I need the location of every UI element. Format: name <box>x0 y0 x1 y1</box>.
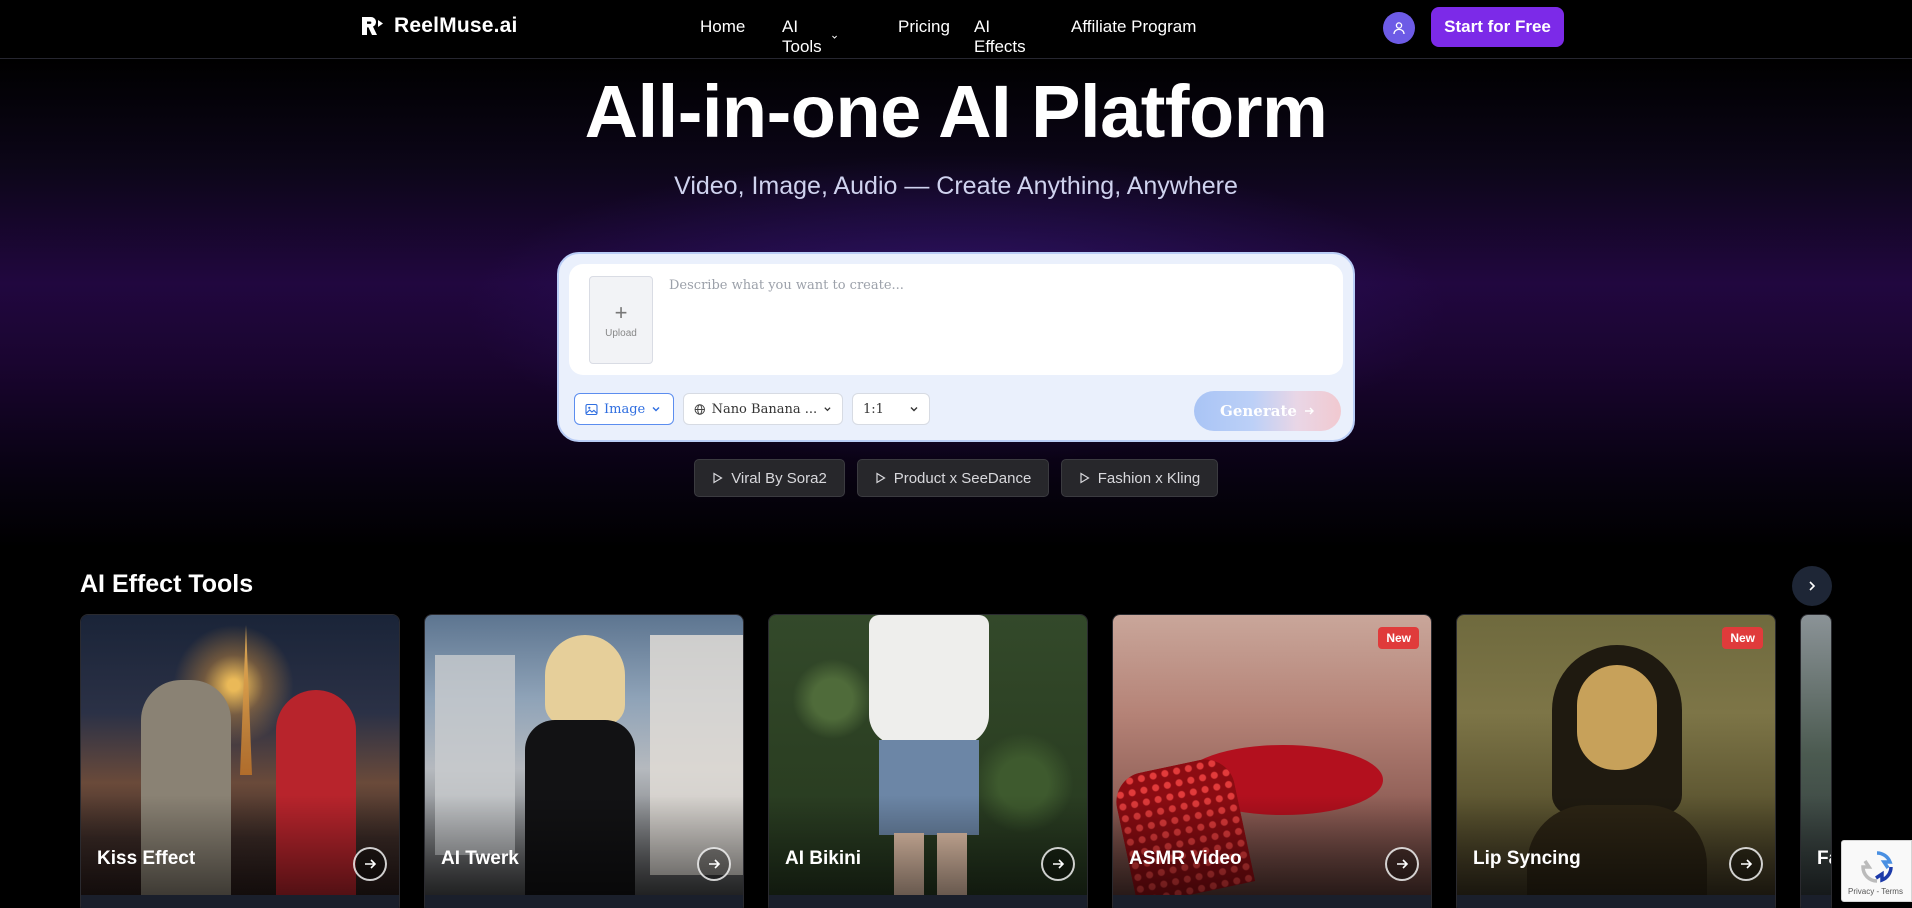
effect-card-lip-syncing[interactable]: New Lip Syncing <box>1456 614 1776 908</box>
effect-card-ai-bikini[interactable]: AI Bikini <box>768 614 1088 908</box>
upload-button[interactable]: + Upload <box>589 276 653 364</box>
globe-icon <box>694 403 705 415</box>
card-footer <box>1113 895 1431 908</box>
carousel-next-button[interactable] <box>1792 566 1832 606</box>
logo-text: ReelMuse.ai <box>394 14 518 37</box>
card-open-button[interactable] <box>353 847 387 881</box>
arrow-right-icon <box>365 859 377 869</box>
chip-label: Fashion x Kling <box>1097 469 1201 487</box>
arrow-right-icon <box>1304 407 1314 415</box>
card-shade <box>769 795 1087 895</box>
card-shade <box>1801 795 1831 895</box>
chevron-down-icon <box>652 407 660 412</box>
chevron-down-icon <box>910 407 918 412</box>
generate-button[interactable]: Generate <box>1194 391 1341 431</box>
card-title: ASMR Video <box>1129 848 1242 869</box>
card-title: Kiss Effect <box>97 848 196 869</box>
chevron-down-icon <box>831 35 837 39</box>
image-icon <box>585 403 598 415</box>
output-type-select[interactable]: Image <box>574 393 674 425</box>
card-shade <box>81 795 399 895</box>
card-open-button[interactable] <box>1385 847 1419 881</box>
card-title: AI Bikini <box>785 848 862 869</box>
card-footer <box>769 895 1087 908</box>
recaptcha-badge[interactable]: Privacy - Terms <box>1841 840 1912 902</box>
card-open-button[interactable] <box>1729 847 1763 881</box>
model-value: Nano Banana ... <box>711 401 818 417</box>
prompt-input[interactable] <box>669 278 1329 362</box>
upload-label: Upload <box>605 327 637 339</box>
play-icon <box>713 472 723 484</box>
card-title: Lip Syncing <box>1473 848 1581 869</box>
nav-ai-tools-label: AI Tools <box>782 17 822 56</box>
chip-product-x-seedance[interactable]: Product x SeeDance <box>857 459 1049 497</box>
card-image-detail <box>869 615 989 745</box>
card-shade <box>1113 795 1431 895</box>
start-for-free-button[interactable]: Start for Free <box>1431 7 1564 47</box>
new-badge: New <box>1378 627 1419 649</box>
model-select[interactable]: Nano Banana ... <box>683 393 843 425</box>
nav-ai-effects[interactable]: AI Effects <box>974 17 1026 57</box>
plus-icon: + <box>614 299 628 325</box>
chip-label: Product x SeeDance <box>893 469 1032 487</box>
effect-card-ai-twerk[interactable]: AI Twerk <box>424 614 744 908</box>
arrow-right-icon <box>1397 859 1409 869</box>
hero-title: All-in-one AI Platform <box>584 70 1328 153</box>
chip-fashion-x-kling[interactable]: Fashion x Kling <box>1061 459 1218 497</box>
chevron-down-icon <box>824 407 831 412</box>
card-open-button[interactable] <box>1041 847 1075 881</box>
nav-home[interactable]: Home <box>700 17 745 37</box>
user-avatar-button[interactable] <box>1383 12 1415 44</box>
card-footer <box>425 895 743 908</box>
card-footer <box>1457 895 1775 908</box>
section-title: AI Effect Tools <box>80 570 254 598</box>
card-title: AI Twerk <box>441 848 519 869</box>
card-footer <box>1801 895 1831 908</box>
card-shade <box>425 795 743 895</box>
nav-pricing[interactable]: Pricing <box>898 17 950 37</box>
chip-label: Viral By Sora2 <box>731 469 827 487</box>
nav-ai-tools[interactable]: AI Tools <box>782 17 838 57</box>
logo[interactable]: ReelMuse.ai <box>360 14 518 38</box>
play-icon <box>876 472 886 484</box>
card-image-detail <box>545 635 625 725</box>
aspect-ratio-select[interactable]: 1:1 <box>852 393 930 425</box>
recaptcha-icon <box>1861 851 1893 883</box>
top-navbar: ReelMuse.ai Home AI Tools Pricing AI Eff… <box>0 0 1912 59</box>
prompt-input-area: + Upload <box>569 264 1343 375</box>
card-shade <box>1457 795 1775 895</box>
card-image-detail <box>1577 665 1657 770</box>
card-open-button[interactable] <box>697 847 731 881</box>
play-icon <box>1080 472 1090 484</box>
arrow-right-icon <box>709 859 721 869</box>
prompt-composer: + Upload Image Nano Banana ... 1:1 Gener… <box>557 252 1355 442</box>
hero-subtitle: Video, Image, Audio — Create Anything, A… <box>674 172 1238 200</box>
effect-card-kiss-effect[interactable]: Kiss Effect <box>80 614 400 908</box>
effect-card-asmr-video[interactable]: New ASMR Video <box>1112 614 1432 908</box>
nav-affiliate-program[interactable]: Affiliate Program <box>1071 17 1196 37</box>
effect-card-partial[interactable]: Fa <box>1800 614 1832 908</box>
card-footer <box>81 895 399 908</box>
user-icon <box>1393 22 1405 35</box>
recaptcha-links[interactable]: Privacy - Terms <box>1848 887 1903 896</box>
reelmuse-logo-icon <box>362 16 383 35</box>
chevron-right-icon <box>1809 581 1816 591</box>
aspect-ratio-value: 1:1 <box>863 401 884 417</box>
arrow-right-icon <box>1053 859 1065 869</box>
arrow-right-icon <box>1741 859 1753 869</box>
output-type-value: Image <box>604 401 646 417</box>
generate-label: Generate <box>1220 402 1297 420</box>
new-badge: New <box>1722 627 1763 649</box>
chip-viral-by-sora2[interactable]: Viral By Sora2 <box>694 459 845 497</box>
card-title: Fa <box>1817 848 1831 869</box>
